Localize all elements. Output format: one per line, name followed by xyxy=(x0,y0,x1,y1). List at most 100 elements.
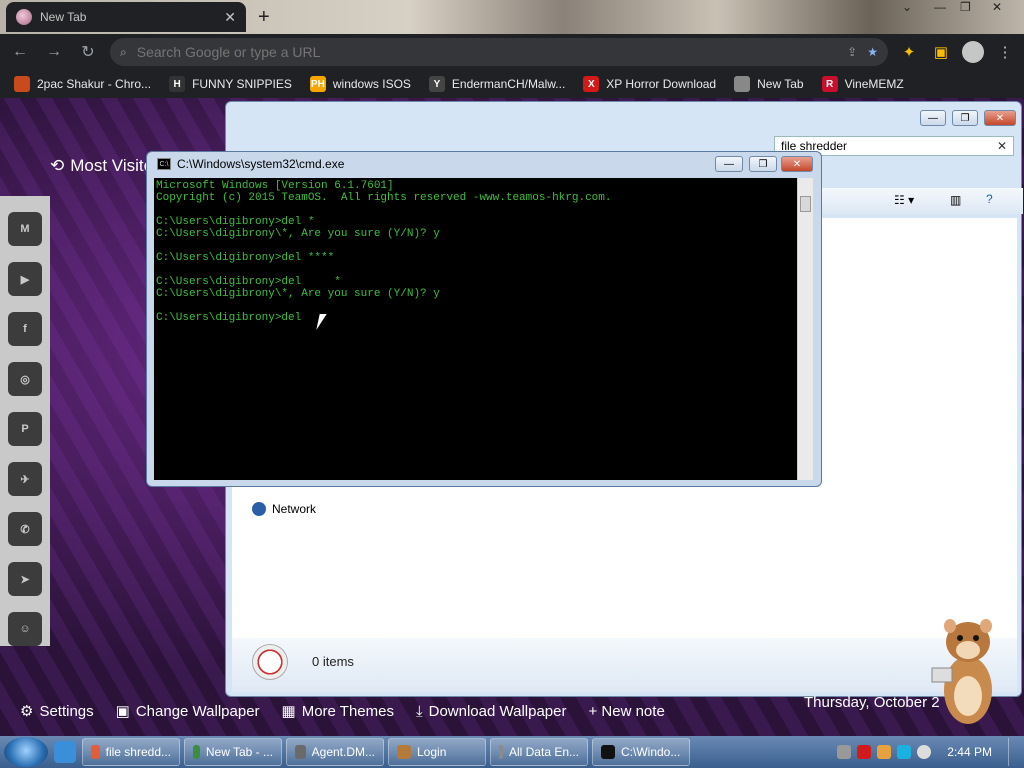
tray-app-icon[interactable] xyxy=(837,745,852,759)
pinterest-icon[interactable]: P xyxy=(8,412,42,446)
explorer-close-icon[interactable]: ✕ xyxy=(984,110,1016,126)
taskbar-clock[interactable]: 2:44 PM xyxy=(947,745,992,759)
console-line: C:\Users\digibrony\*, Are you sure (Y/N)… xyxy=(156,288,440,300)
taskbar-button[interactable]: Login xyxy=(388,738,486,766)
telegram-icon[interactable]: ➤ xyxy=(8,562,42,596)
taskbar-app-icon xyxy=(397,745,411,759)
omnibox-input[interactable] xyxy=(136,44,838,60)
share-icon[interactable]: ⇪ xyxy=(847,45,857,59)
bookmark-item[interactable]: Y EndermanCH/Malw... xyxy=(428,76,566,92)
history-icon: ⟲ xyxy=(50,156,65,175)
grid-icon: ▦ xyxy=(281,703,296,720)
taskbar-button[interactable]: file shredd... xyxy=(82,738,180,766)
profile-avatar[interactable] xyxy=(962,41,984,63)
taskbar-buttons: file shredd... New Tab - ... Agent.DM... Lo… xyxy=(82,738,694,766)
taskbar-button-label: Login xyxy=(417,745,447,759)
change-wallpaper-button[interactable]: ▣ Change Wallpaper xyxy=(116,702,260,721)
bookmark-item[interactable]: X XP Horror Download xyxy=(583,76,716,92)
cmd-titlebar: C:\ C:\Windows\system32\cmd.exe xyxy=(157,157,344,171)
console-output[interactable]: Microsoft Windows [Version 6.1.7601] Copy… xyxy=(154,178,797,480)
instagram-icon[interactable]: ◎ xyxy=(8,362,42,396)
view-options-icon[interactable]: ☷ ▾ xyxy=(894,193,914,207)
change-wallpaper-label: Change Wallpaper xyxy=(135,702,260,720)
new-note-button[interactable]: + New note xyxy=(588,702,664,720)
more-themes-label: More Themes xyxy=(301,702,394,720)
bookmark-label: 2pac Shakur - Chro... xyxy=(37,77,152,91)
new-tab-icon[interactable]: + xyxy=(258,6,270,29)
bookmark-favicon-icon: X xyxy=(583,76,600,92)
taskbar-button[interactable]: Agent.DM... xyxy=(286,738,384,766)
minimize-icon[interactable]: — xyxy=(934,0,946,14)
back-icon[interactable]: ← xyxy=(8,43,32,61)
bookmark-label: VineMEMZ xyxy=(844,77,904,91)
taskbar-button[interactable]: New Tab - ... xyxy=(184,738,282,766)
taskbar-app-icon xyxy=(193,745,200,759)
new-note-label: + New note xyxy=(588,702,665,720)
clear-search-icon[interactable]: ✕ xyxy=(997,139,1007,153)
show-desktop-button[interactable] xyxy=(1008,738,1018,766)
taskbar-app-icon xyxy=(91,745,100,759)
reload-icon[interactable]: ↻ xyxy=(76,42,100,62)
whatsapp-icon[interactable]: ✆ xyxy=(8,512,42,546)
start-button[interactable] xyxy=(4,737,48,767)
explorer-minimize-icon[interactable]: — xyxy=(920,110,946,126)
item-count: 0 items xyxy=(312,654,354,669)
youtube-icon[interactable]: ▶ xyxy=(8,262,42,296)
tray-display-icon[interactable] xyxy=(897,745,912,759)
hamster-mascot xyxy=(931,619,992,724)
cmd-maximize-icon[interactable]: ❐ xyxy=(749,156,777,172)
bookmark-item[interactable]: New Tab xyxy=(734,76,804,92)
help-icon[interactable]: ? xyxy=(986,192,993,206)
bookmark-favicon-icon: R xyxy=(821,76,838,92)
tray-search-icon[interactable] xyxy=(877,745,892,759)
gmail-icon[interactable]: M xyxy=(8,212,42,246)
reddit-icon[interactable]: ☺ xyxy=(8,612,42,646)
taskbar-button-label: New Tab - ... xyxy=(205,745,273,759)
facebook-icon[interactable]: f xyxy=(8,312,42,346)
tab-title: New Tab xyxy=(40,10,87,24)
cmd-window[interactable]: C:\ C:\Windows\system32\cmd.exe — ❐ ✕ Mi… xyxy=(146,151,822,487)
forward-icon[interactable]: → xyxy=(42,43,66,61)
maximize-icon[interactable]: ❐ xyxy=(960,0,971,14)
internet-explorer-icon[interactable] xyxy=(54,741,76,763)
bookmark-label: XP Horror Download xyxy=(606,77,717,91)
more-themes-button[interactable]: ▦ More Themes xyxy=(281,702,394,721)
side-panel-icon[interactable]: ▣ xyxy=(930,43,952,61)
bookmark-item[interactable]: 2pac Shakur - Chro... xyxy=(14,76,151,92)
bookmark-item[interactable]: PH windows ISOS xyxy=(309,76,411,92)
extensions-icon[interactable]: ✦ xyxy=(898,43,920,61)
preview-pane-icon[interactable]: ▥ xyxy=(950,193,961,207)
bookmark-item[interactable]: H FUNNY SNIPPIES xyxy=(169,76,292,92)
social-sidebar: M ▶ f ◎ P ✈ ✆ ➤ ☺ xyxy=(0,196,50,646)
most-visited[interactable]: ⟲ Most Visite xyxy=(50,156,153,176)
explorer-maximize-icon[interactable]: ❐ xyxy=(952,110,978,126)
twitter-icon[interactable]: ✈ xyxy=(8,462,42,496)
nav-item-network[interactable]: Network xyxy=(252,502,316,516)
address-bar[interactable]: ⌕ ⇪ ★ xyxy=(110,38,888,66)
taskbar-button[interactable]: C:\Windo... xyxy=(592,738,690,766)
bookmark-item[interactable]: R VineMEMZ xyxy=(821,76,904,92)
tray-antivirus-icon[interactable] xyxy=(857,745,872,759)
download-wallpaper-button[interactable]: ⤓ Download Wallpaper xyxy=(416,702,567,720)
menu-icon[interactable]: ⋮ xyxy=(994,43,1016,61)
cmd-minimize-icon[interactable]: — xyxy=(715,156,743,172)
close-window-icon[interactable]: ✕ xyxy=(992,0,1002,14)
close-tab-icon[interactable]: ✕ xyxy=(224,9,236,26)
cmd-scrollbar-thumb[interactable] xyxy=(800,196,811,212)
settings-button[interactable]: ⚙ Settings xyxy=(20,702,94,721)
tray-volume-icon[interactable] xyxy=(917,745,932,759)
console-line: C:\Users\digibrony>del **** xyxy=(156,252,335,264)
tab-favicon-icon xyxy=(16,9,32,25)
cmd-close-icon[interactable]: ✕ xyxy=(781,156,813,172)
bookmark-label: EndermanCH/Malw... xyxy=(451,77,566,91)
taskbar-button[interactable]: All Data En... xyxy=(490,738,588,766)
tab-search-icon[interactable]: ⌄ xyxy=(902,0,912,14)
browser-toolbar: ← → ↻ ⌕ ⇪ ★ ✦ ▣ ⋮ xyxy=(0,34,1024,70)
cmd-app-icon: C:\ xyxy=(157,158,171,170)
cmd-scrollbar[interactable] xyxy=(797,178,813,480)
tab-new-tab[interactable]: New Tab ✕ xyxy=(6,2,246,32)
bookmark-favicon-icon xyxy=(734,76,751,92)
bookmark-star-icon[interactable]: ★ xyxy=(867,45,878,59)
system-tray: 2:44 PM xyxy=(837,738,1024,766)
